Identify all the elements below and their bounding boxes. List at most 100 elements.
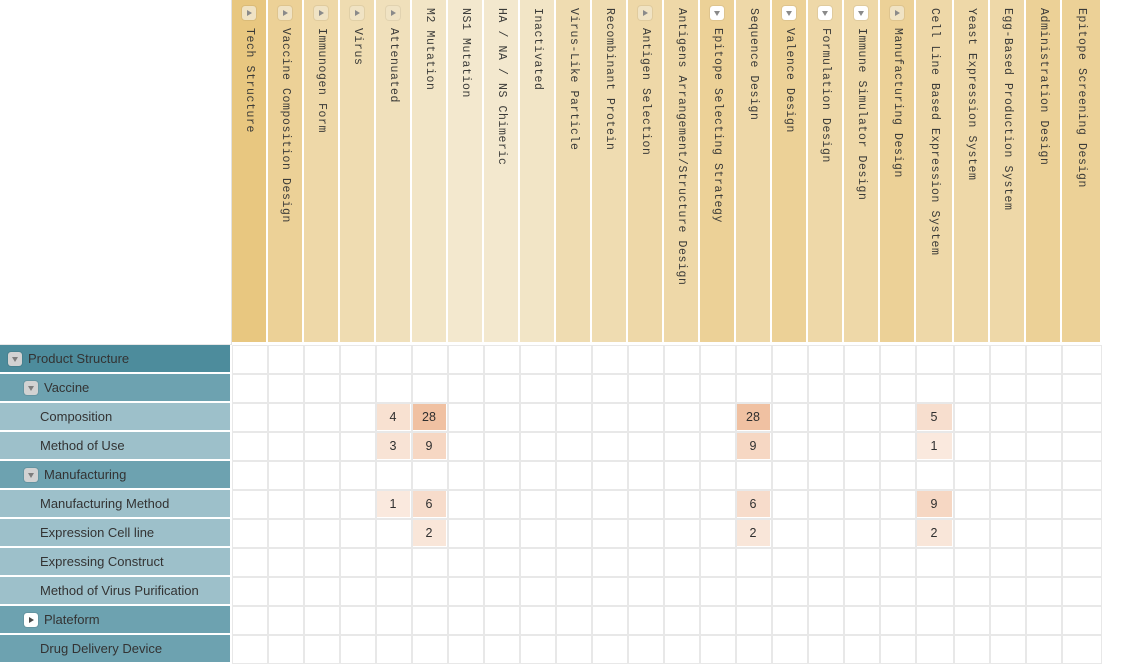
matrix-cell[interactable] — [484, 432, 520, 461]
matrix-cell[interactable] — [556, 606, 592, 635]
chevron-right-icon[interactable] — [638, 6, 652, 20]
matrix-cell[interactable] — [916, 606, 954, 635]
matrix-cell[interactable] — [700, 432, 736, 461]
matrix-cell[interactable] — [808, 548, 844, 577]
matrix-cell[interactable] — [772, 606, 808, 635]
matrix-cell[interactable] — [1062, 345, 1102, 374]
matrix-cell[interactable] — [592, 577, 628, 606]
matrix-cell[interactable] — [448, 490, 484, 519]
chevron-right-icon[interactable] — [350, 6, 364, 20]
matrix-cell[interactable] — [990, 519, 1026, 548]
matrix-cell[interactable] — [232, 548, 268, 577]
matrix-cell[interactable] — [664, 345, 700, 374]
matrix-cell[interactable] — [954, 548, 990, 577]
matrix-cell[interactable] — [304, 577, 340, 606]
matrix-cell[interactable]: 3 — [376, 432, 412, 461]
column-header[interactable]: Valence Design — [772, 0, 808, 344]
matrix-cell[interactable] — [844, 374, 880, 403]
matrix-cell[interactable] — [232, 345, 268, 374]
matrix-cell[interactable] — [736, 548, 772, 577]
matrix-cell[interactable]: 28 — [736, 403, 772, 432]
matrix-cell[interactable] — [484, 577, 520, 606]
matrix-cell[interactable] — [304, 548, 340, 577]
matrix-cell[interactable] — [520, 461, 556, 490]
matrix-cell[interactable] — [1062, 577, 1102, 606]
matrix-cell[interactable] — [520, 548, 556, 577]
matrix-cell[interactable] — [880, 606, 916, 635]
matrix-cell[interactable] — [376, 374, 412, 403]
matrix-cell[interactable] — [1026, 490, 1062, 519]
matrix-cell[interactable] — [664, 461, 700, 490]
matrix-cell[interactable] — [268, 606, 304, 635]
matrix-cell[interactable] — [340, 519, 376, 548]
matrix-cell[interactable] — [1026, 635, 1062, 664]
column-header[interactable]: Recombinant Protein — [592, 0, 628, 344]
chevron-down-icon[interactable] — [854, 6, 868, 20]
matrix-cell[interactable] — [628, 548, 664, 577]
matrix-cell[interactable]: 6 — [736, 490, 772, 519]
matrix-cell[interactable] — [268, 490, 304, 519]
matrix-cell[interactable] — [556, 403, 592, 432]
matrix-cell[interactable] — [268, 403, 304, 432]
matrix-cell[interactable] — [700, 577, 736, 606]
matrix-cell[interactable] — [628, 519, 664, 548]
matrix-cell[interactable] — [340, 635, 376, 664]
matrix-cell[interactable] — [520, 374, 556, 403]
matrix-cell[interactable] — [556, 345, 592, 374]
matrix-cell[interactable] — [520, 403, 556, 432]
matrix-cell[interactable] — [484, 461, 520, 490]
chevron-right-icon[interactable] — [24, 612, 38, 627]
column-header[interactable]: HA / NA / NS Chimeric — [484, 0, 520, 344]
matrix-cell[interactable] — [232, 432, 268, 461]
column-header[interactable]: Immunogen Form — [304, 0, 340, 344]
matrix-cell[interactable] — [990, 490, 1026, 519]
matrix-cell[interactable] — [484, 635, 520, 664]
matrix-cell[interactable] — [556, 519, 592, 548]
matrix-cell[interactable] — [772, 374, 808, 403]
matrix-cell[interactable] — [376, 461, 412, 490]
matrix-cell[interactable] — [448, 548, 484, 577]
matrix-cell[interactable] — [304, 519, 340, 548]
matrix-cell[interactable] — [736, 577, 772, 606]
matrix-cell[interactable] — [232, 519, 268, 548]
matrix-cell[interactable] — [1062, 548, 1102, 577]
matrix-cell[interactable] — [990, 548, 1026, 577]
matrix-cell[interactable] — [268, 635, 304, 664]
matrix-cell[interactable] — [304, 432, 340, 461]
matrix-cell[interactable] — [954, 490, 990, 519]
matrix-cell[interactable] — [520, 345, 556, 374]
column-header[interactable]: Egg-Based Production System — [990, 0, 1026, 344]
matrix-cell[interactable] — [954, 635, 990, 664]
matrix-cell[interactable] — [484, 374, 520, 403]
matrix-cell[interactable] — [592, 519, 628, 548]
matrix-cell[interactable] — [1062, 519, 1102, 548]
matrix-cell[interactable] — [880, 519, 916, 548]
matrix-cell[interactable] — [1062, 490, 1102, 519]
matrix-cell[interactable] — [520, 606, 556, 635]
matrix-cell[interactable] — [808, 461, 844, 490]
chevron-down-icon[interactable] — [782, 6, 796, 20]
matrix-cell[interactable] — [448, 519, 484, 548]
matrix-cell[interactable]: 9 — [412, 432, 448, 461]
matrix-cell[interactable] — [340, 432, 376, 461]
matrix-cell[interactable] — [556, 635, 592, 664]
row-label[interactable]: Product Structure — [0, 345, 232, 374]
matrix-cell[interactable] — [340, 490, 376, 519]
matrix-cell[interactable] — [592, 403, 628, 432]
row-label[interactable]: Manufacturing — [0, 461, 232, 490]
chevron-right-icon[interactable] — [890, 6, 904, 20]
matrix-cell[interactable]: 2 — [412, 519, 448, 548]
column-header[interactable]: Antigens Arrangement/Structure Design — [664, 0, 700, 344]
matrix-cell[interactable] — [916, 345, 954, 374]
matrix-cell[interactable] — [736, 461, 772, 490]
column-header[interactable]: Inactivated — [520, 0, 556, 344]
matrix-cell[interactable] — [1026, 461, 1062, 490]
matrix-cell[interactable] — [376, 519, 412, 548]
matrix-cell[interactable] — [412, 635, 448, 664]
row-label[interactable]: Composition — [0, 403, 232, 432]
matrix-cell[interactable]: 9 — [916, 490, 954, 519]
matrix-cell[interactable] — [376, 345, 412, 374]
matrix-cell[interactable] — [628, 432, 664, 461]
matrix-cell[interactable] — [1062, 635, 1102, 664]
matrix-cell[interactable] — [448, 345, 484, 374]
